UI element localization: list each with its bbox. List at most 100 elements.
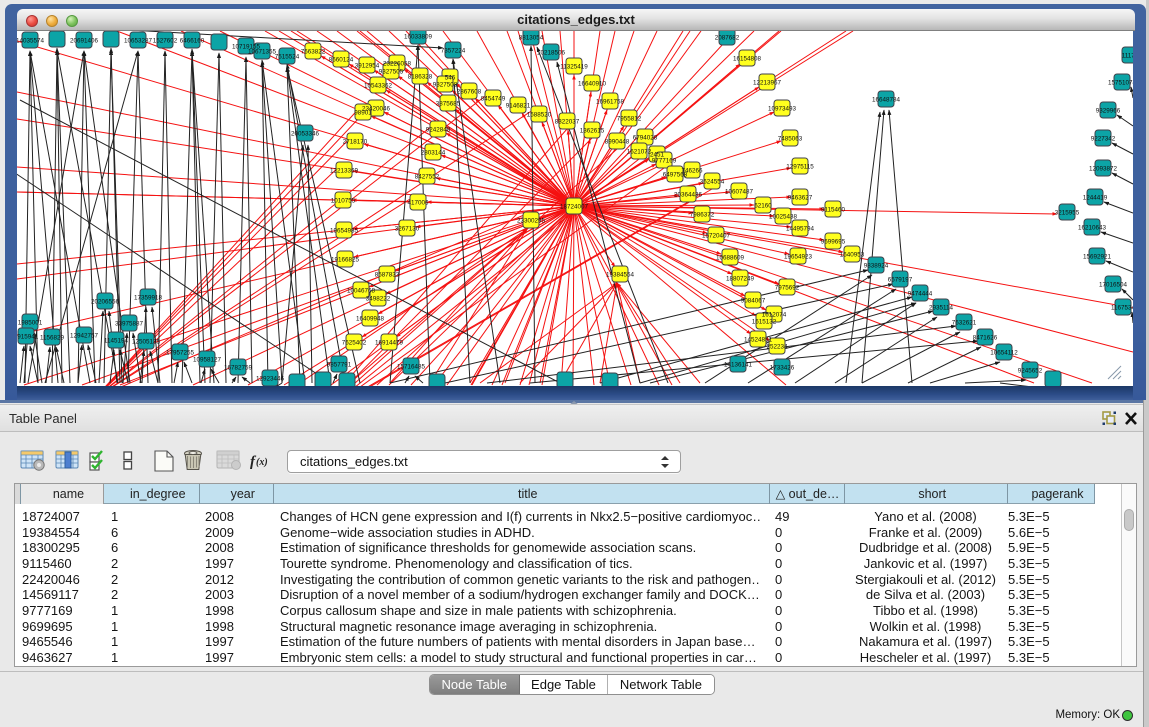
svg-text:16782759: 16782759	[224, 364, 253, 371]
svg-text:6466160: 6466160	[180, 37, 205, 44]
svg-text:6579197: 6579197	[888, 276, 913, 283]
svg-text:(x): (x)	[256, 457, 268, 468]
svg-text:7955812: 7955812	[617, 115, 642, 122]
svg-text:12975115: 12975115	[786, 163, 814, 170]
svg-text:10653287: 10653287	[124, 37, 153, 44]
svg-text:9463627: 9463627	[788, 194, 813, 201]
svg-text:7625402: 7625402	[342, 339, 367, 346]
svg-text:15692921: 15692921	[1083, 253, 1112, 260]
svg-text:9329966: 9329966	[1096, 107, 1121, 114]
svg-text:1640953: 1640953	[840, 251, 865, 258]
svg-text:2087682: 2087682	[715, 34, 740, 41]
svg-text:9245652: 9245652	[1018, 367, 1043, 374]
svg-text:1156829: 1156829	[40, 334, 65, 341]
svg-text:10654112: 10654112	[990, 349, 1018, 356]
svg-text:11325419: 11325419	[560, 63, 588, 70]
svg-text:7663822: 7663822	[301, 48, 326, 55]
svg-text:9838924: 9838924	[864, 262, 889, 269]
svg-text:1985001: 1985001	[18, 319, 43, 326]
svg-text:3875685: 3875685	[436, 100, 461, 107]
svg-text:9777169: 9777169	[652, 157, 677, 164]
svg-text:10046768: 10046768	[347, 287, 376, 294]
svg-text:16033809: 16033809	[404, 33, 433, 40]
svg-text:20206556: 20206556	[91, 298, 120, 305]
svg-text:10688609: 10688609	[716, 254, 745, 261]
svg-text:16914479: 16914479	[375, 339, 404, 346]
svg-text:8186328: 8186328	[408, 73, 433, 80]
svg-text:17359918: 17359918	[134, 294, 163, 301]
svg-text:7632621: 7632621	[952, 319, 977, 326]
svg-text:20691406: 20691406	[70, 37, 99, 44]
svg-text:8660124: 8660124	[329, 56, 354, 63]
svg-text:7515524: 7515524	[275, 53, 300, 60]
svg-text:10671355: 10671355	[248, 48, 277, 55]
svg-text:18807249: 18807249	[726, 275, 755, 282]
svg-text:33975887: 33975887	[115, 320, 144, 327]
svg-text:62160: 62160	[754, 202, 772, 209]
svg-text:11170: 11170	[1122, 52, 1133, 59]
svg-text:9857791: 9857791	[327, 361, 352, 368]
svg-text:16961758: 16961758	[596, 98, 625, 105]
svg-text:1615132: 1615132	[752, 318, 777, 325]
svg-text:2867608: 2867608	[457, 88, 482, 95]
svg-text:1612074: 1612074	[762, 311, 787, 318]
svg-text:12505135: 12505135	[132, 338, 161, 345]
svg-text:16409948: 16409948	[356, 315, 385, 322]
svg-text:23226058: 23226058	[383, 60, 412, 67]
svg-text:17957255: 17957255	[166, 349, 195, 356]
svg-text:417006: 417006	[407, 199, 429, 206]
svg-text:16210643: 16210643	[1078, 224, 1107, 231]
svg-text:252234: 252234	[766, 343, 788, 350]
svg-text:9242848: 9242848	[426, 126, 451, 133]
svg-text:1244419: 1244419	[1083, 194, 1108, 201]
svg-text:14524851: 14524851	[744, 336, 773, 343]
svg-text:9084067: 9084067	[741, 297, 766, 304]
svg-text:23300295: 23300295	[517, 217, 546, 224]
svg-text:16640910: 16640910	[578, 80, 607, 87]
svg-text:7357224: 7357224	[441, 47, 466, 54]
svg-text:9699695: 9699695	[821, 238, 846, 245]
svg-text:8587833: 8587833	[375, 271, 400, 278]
svg-text:12213967: 12213967	[753, 79, 782, 86]
svg-text:15720407: 15720407	[702, 232, 731, 239]
svg-text:15751074: 15751074	[1108, 79, 1133, 86]
svg-text:14136141: 14136141	[724, 361, 753, 368]
svg-text:10025438: 10025438	[769, 213, 798, 220]
svg-text:6794028: 6794028	[633, 134, 658, 141]
svg-text:19166825: 19166825	[331, 256, 360, 263]
svg-text:2935114: 2935114	[929, 304, 954, 311]
svg-text:3215955: 3215955	[1055, 209, 1080, 216]
svg-text:20364436: 20364436	[674, 191, 703, 198]
svg-text:1145194: 1145194	[104, 337, 129, 344]
svg-text:1010755: 1010755	[331, 197, 356, 204]
svg-text:3267130: 3267130	[395, 225, 420, 232]
svg-text:9327508: 9327508	[433, 81, 458, 88]
svg-text:10218506: 10218506	[537, 49, 566, 56]
svg-text:20053346: 20053346	[291, 130, 320, 137]
svg-text:9146821: 9146821	[506, 102, 531, 109]
svg-text:1621072: 1621072	[627, 148, 652, 155]
svg-text:9227342: 9227342	[1091, 135, 1116, 142]
svg-text:9115460: 9115460	[821, 206, 846, 213]
svg-text:19654985: 19654985	[330, 227, 359, 234]
svg-text:10973493: 10973493	[768, 105, 797, 112]
svg-text:7485063: 7485063	[778, 135, 803, 142]
svg-text:1527602: 1527602	[153, 37, 178, 44]
svg-text:17016504: 17016504	[1099, 281, 1128, 288]
svg-text:15716485: 15716485	[397, 363, 426, 370]
svg-text:1362615: 1362615	[580, 127, 605, 134]
svg-text:16648784: 16648784	[872, 96, 901, 103]
svg-text:8322037: 8322037	[555, 118, 580, 125]
svg-text:98901: 98901	[354, 109, 372, 116]
svg-text:546: 546	[445, 74, 456, 81]
svg-text:9327505: 9327505	[379, 68, 404, 75]
svg-text:19654923: 19654923	[784, 253, 813, 260]
svg-text:8454749: 8454749	[481, 95, 506, 102]
svg-text:14495794: 14495794	[786, 225, 815, 232]
svg-text:3912954: 3912954	[355, 62, 380, 69]
svg-text:8471626: 8471626	[973, 334, 998, 341]
svg-text:16154808: 16154808	[733, 55, 762, 62]
svg-text:8990448: 8990448	[605, 138, 630, 145]
svg-text:12942757: 12942757	[70, 332, 99, 339]
svg-text:2803144: 2803144	[421, 149, 446, 156]
